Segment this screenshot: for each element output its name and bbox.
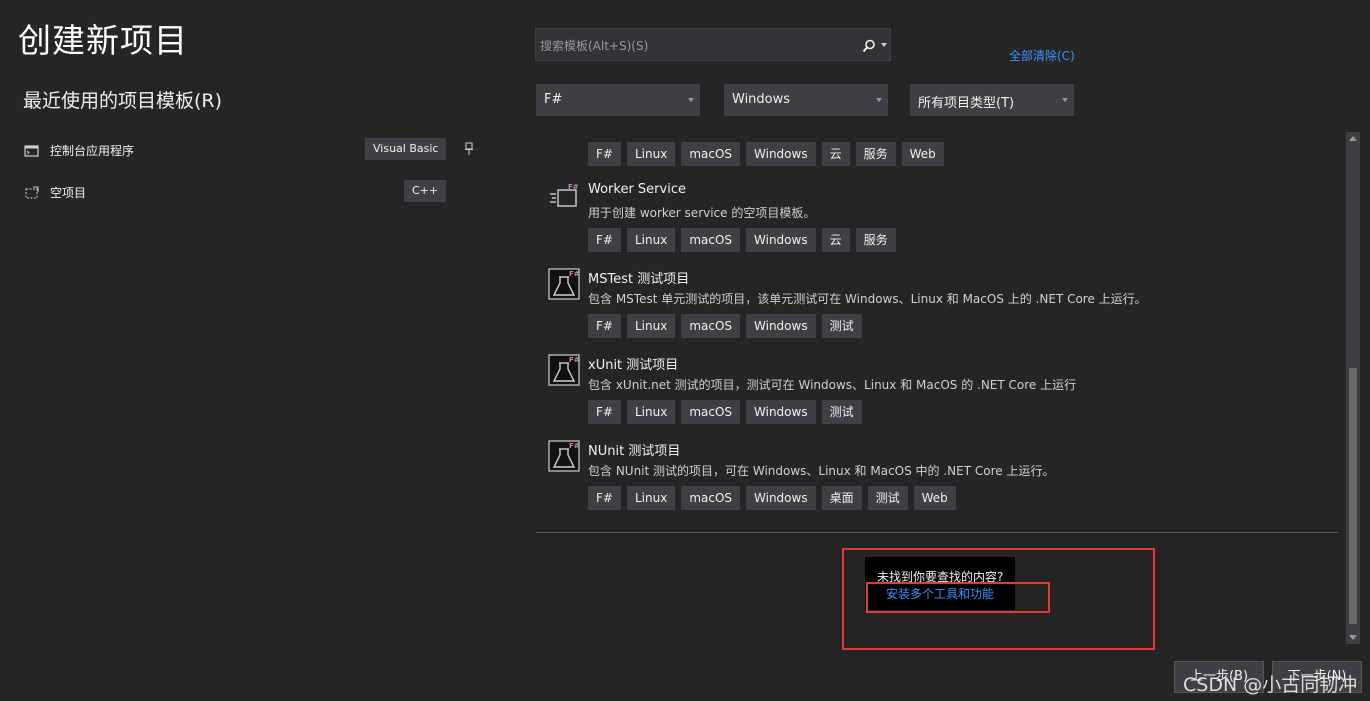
tag: macOS [681, 486, 741, 510]
template-list[interactable]: F# Linux macOS Windows 云 服务 Web F# Worke… [536, 132, 1340, 532]
search-input[interactable]: 搜索模板(Alt+S)(S) [535, 28, 891, 61]
tag: Windows [746, 486, 816, 510]
test-flask-icon: F# [548, 268, 580, 300]
tag: Windows [746, 400, 816, 424]
template-list-scrollbar[interactable] [1346, 132, 1360, 644]
test-flask-icon: F# [548, 440, 580, 472]
language-tag: Visual Basic [365, 138, 447, 160]
tag-row: F# Linux macOS Windows 测试 [588, 314, 862, 338]
project-type-filter-value: 所有项目类型(T) [918, 96, 1015, 111]
platform-filter-value: Windows [732, 92, 791, 107]
worker-service-icon: F# [548, 182, 580, 214]
template-description: 包含 MSTest 单元测试的项目，该单元测试可在 Windows、Linux … [588, 292, 1147, 306]
tag-row: F# Linux macOS Windows 桌面 测试 Web [588, 486, 956, 510]
platform-filter-select[interactable]: Windows [724, 84, 888, 116]
chevron-down-icon [688, 98, 694, 102]
tag: 服务 [855, 228, 896, 252]
tag: 云 [821, 142, 850, 166]
watermark: CSDN @小古同韧冲 [1183, 674, 1358, 696]
language-filter-select[interactable]: F# [536, 84, 700, 116]
tag: Linux [626, 314, 676, 338]
tag: Web [913, 486, 956, 510]
tag: Windows [746, 314, 816, 338]
recent-item-empty-project[interactable]: 空项目 C++ [24, 178, 479, 206]
page-title: 创建新项目 [18, 21, 188, 60]
pin-icon[interactable] [465, 141, 473, 155]
template-description: 包含 xUnit.net 测试的项目，测试可在 Windows、Linux 和 … [588, 378, 1077, 392]
template-name: xUnit 测试项目 [588, 358, 679, 373]
recent-item-label: 空项目 [50, 185, 87, 200]
divider [536, 532, 1338, 533]
svg-text:F#: F# [569, 356, 580, 364]
template-description: 用于创建 worker service 的空项目模板。 [588, 206, 816, 220]
tag: Windows [746, 228, 816, 252]
tag: F# [588, 486, 621, 510]
tag: Linux [626, 142, 676, 166]
chevron-down-icon [876, 98, 882, 102]
tag: 测试 [821, 400, 862, 424]
svg-text:F#: F# [569, 442, 580, 450]
chevron-down-icon[interactable] [881, 43, 887, 47]
tag: macOS [681, 142, 741, 166]
template-name: Worker Service [588, 182, 686, 197]
test-flask-icon: F# [548, 354, 580, 386]
scrollbar-thumb[interactable] [1349, 368, 1357, 624]
tag: Linux [626, 400, 676, 424]
tag: Windows [746, 142, 816, 166]
tag: F# [588, 228, 621, 252]
highlight-box [866, 582, 1050, 613]
svg-text:F#: F# [569, 270, 580, 278]
language-tag: C++ [404, 180, 447, 202]
tag: 桌面 [821, 486, 862, 510]
tag: macOS [681, 228, 741, 252]
search-icon[interactable] [862, 38, 876, 53]
template-name: NUnit 测试项目 [588, 444, 681, 459]
tag: 云 [821, 228, 850, 252]
tag: Linux [626, 228, 676, 252]
tag: macOS [681, 314, 741, 338]
tag: 服务 [855, 142, 896, 166]
project-type-filter-select[interactable]: 所有项目类型(T) [910, 84, 1074, 116]
tag-row: F# Linux macOS Windows 测试 [588, 400, 862, 424]
language-filter-value: F# [544, 92, 563, 107]
tag-row: F# Linux macOS Windows 云 服务 [588, 228, 896, 252]
tag: F# [588, 314, 621, 338]
chevron-down-icon [1062, 98, 1068, 102]
tag: Linux [626, 486, 676, 510]
search-placeholder: 搜索模板(Alt+S)(S) [540, 39, 649, 53]
tag: macOS [681, 400, 741, 424]
tag: F# [588, 400, 621, 424]
tag: F# [588, 142, 621, 166]
tag: Web [901, 142, 944, 166]
console-app-icon [24, 143, 40, 157]
tag: 测试 [821, 314, 862, 338]
tag-row: F# Linux macOS Windows 云 服务 Web [588, 142, 944, 166]
svg-text:F#: F# [568, 183, 579, 191]
empty-project-icon [24, 185, 40, 199]
template-description: 包含 NUnit 测试的项目，可在 Windows、Linux 和 MacOS … [588, 464, 1055, 478]
recent-item-console-app[interactable]: 控制台应用程序 Visual Basic [24, 136, 479, 164]
recent-item-label: 控制台应用程序 [50, 143, 135, 158]
recent-templates-heading: 最近使用的项目模板(R) [23, 90, 223, 112]
scroll-down-arrow-icon[interactable] [1349, 635, 1357, 640]
clear-all-link[interactable]: 全部清除(C) [1009, 47, 1075, 64]
tag: 测试 [867, 486, 908, 510]
scroll-up-arrow-icon[interactable] [1349, 136, 1357, 141]
template-name: MSTest 测试项目 [588, 272, 690, 287]
